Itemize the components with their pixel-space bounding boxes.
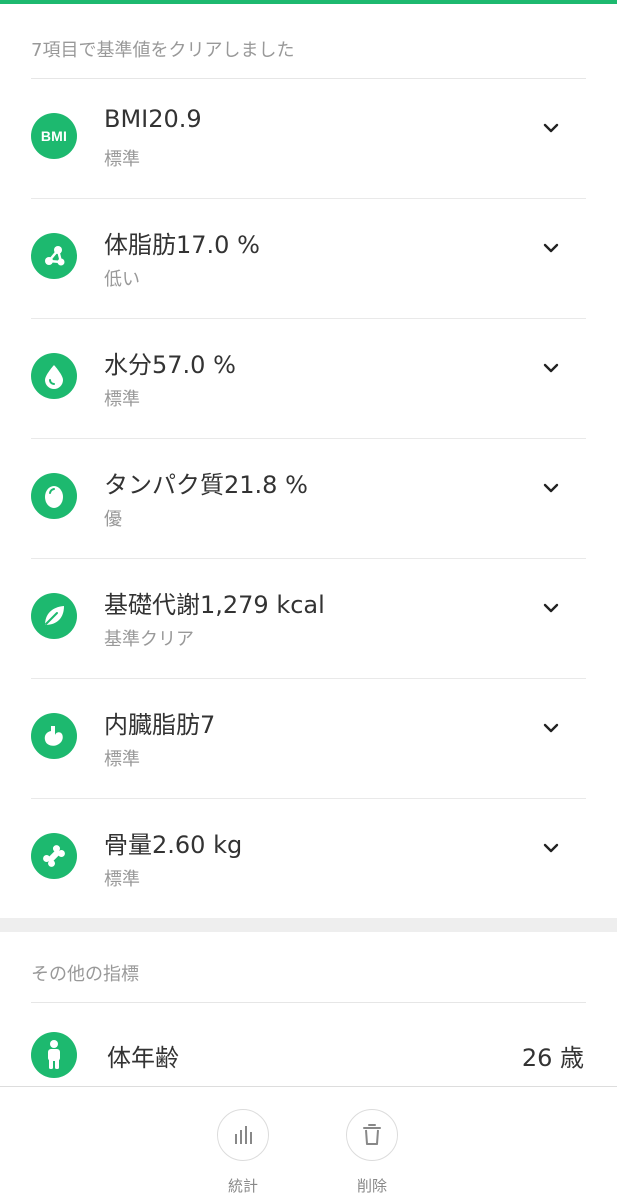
body-age-label: 体年齢 xyxy=(107,1044,179,1072)
metric-status: 基準クリア xyxy=(104,629,194,650)
metric-row-visceral-fat[interactable]: 内臓脂肪7 標準 xyxy=(31,679,586,799)
chevron-down-icon[interactable] xyxy=(540,117,562,139)
metric-status: 標準 xyxy=(104,869,140,890)
metric-title: 骨量2.60 kg xyxy=(104,831,243,859)
divider xyxy=(31,1002,586,1003)
metric-title: 基礎代謝1,279 kcal xyxy=(104,591,325,619)
person-icon xyxy=(31,1032,77,1078)
metric-row-bone-mass[interactable]: 骨量2.60 kg 標準 xyxy=(31,799,586,919)
chevron-down-icon[interactable] xyxy=(540,597,562,619)
metric-row-bmr[interactable]: 基礎代謝1,279 kcal 基準クリア xyxy=(31,559,586,679)
metric-title: タンパク質21.8 % xyxy=(104,471,308,499)
other-row-body-age[interactable]: 体年齢 26 歳 xyxy=(31,1004,586,1086)
metric-status: 標準 xyxy=(104,149,140,170)
chevron-down-icon[interactable] xyxy=(540,837,562,859)
molecule-icon xyxy=(31,233,77,279)
chevron-down-icon[interactable] xyxy=(540,477,562,499)
stomach-icon xyxy=(31,713,77,759)
chevron-down-icon[interactable] xyxy=(540,717,562,739)
bone-icon xyxy=(31,833,77,879)
top-accent-bar xyxy=(0,0,617,4)
metric-title: 内臓脂肪7 xyxy=(104,711,216,739)
leaf-icon xyxy=(31,593,77,639)
metric-row-bmi[interactable]: BMI BMI20.9 標準 xyxy=(31,79,586,199)
egg-icon xyxy=(31,473,77,519)
metric-row-water[interactable]: 水分57.0 % 標準 xyxy=(31,319,586,439)
chevron-down-icon[interactable] xyxy=(540,237,562,259)
summary-header: 7項目で基準値をクリアしました xyxy=(31,40,295,61)
other-metrics-header: その他の指標 xyxy=(31,964,139,985)
section-separator xyxy=(0,918,617,932)
water-drop-icon xyxy=(31,353,77,399)
stats-label: 統計 xyxy=(227,1177,258,1195)
body-age-value: 26 歳 xyxy=(521,1044,584,1072)
trash-icon xyxy=(346,1109,398,1161)
metric-status: 標準 xyxy=(104,389,140,410)
metric-title: BMI20.9 xyxy=(104,105,202,133)
delete-button[interactable]: 削除 xyxy=(337,1109,407,1197)
delete-label: 削除 xyxy=(356,1177,387,1195)
metric-title: 水分57.0 % xyxy=(104,351,236,379)
metric-status: 標準 xyxy=(104,749,140,770)
body-composition-page: 7項目で基準値をクリアしました BMI BMI20.9 標準 体脂肪17.0 %… xyxy=(0,0,617,1200)
stats-button[interactable]: 統計 xyxy=(208,1109,278,1197)
bottom-toolbar: 統計 削除 xyxy=(0,1086,617,1200)
bmi-icon: BMI xyxy=(31,113,77,159)
metric-row-protein[interactable]: タンパク質21.8 % 優 xyxy=(31,439,586,559)
metric-status: 優 xyxy=(104,509,122,530)
metric-row-body-fat[interactable]: 体脂肪17.0 % 低い xyxy=(31,199,586,319)
bar-chart-icon xyxy=(217,1109,269,1161)
metric-status: 低い xyxy=(104,269,140,290)
chevron-down-icon[interactable] xyxy=(540,357,562,379)
metric-title: 体脂肪17.0 % xyxy=(104,231,260,259)
